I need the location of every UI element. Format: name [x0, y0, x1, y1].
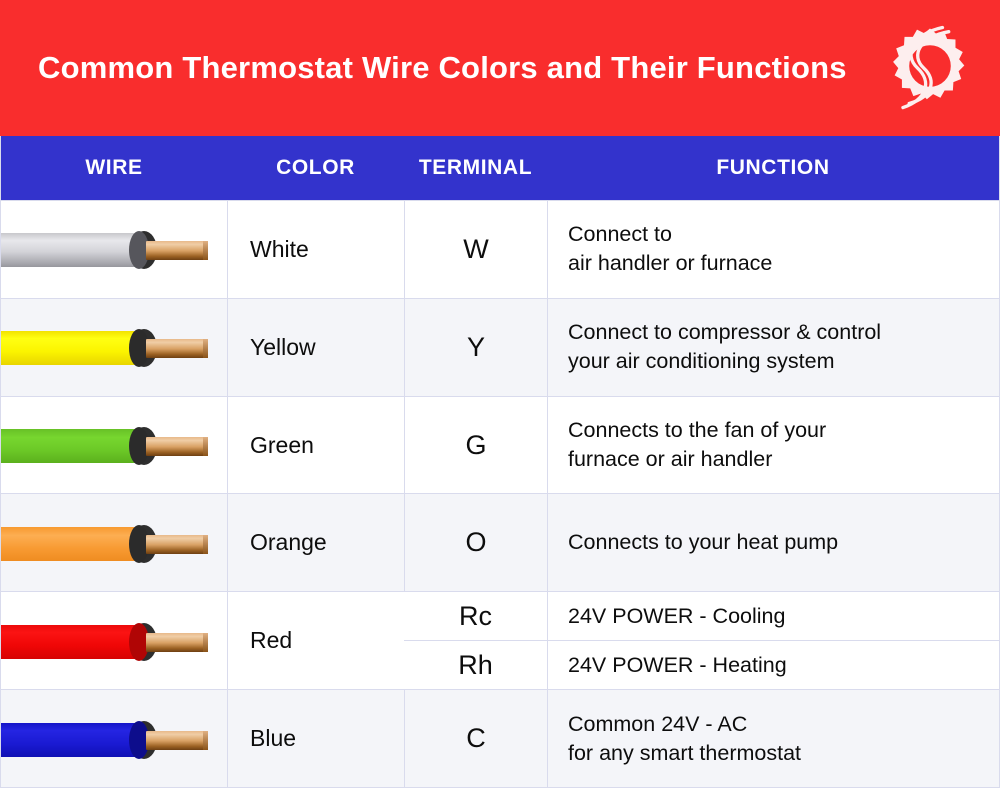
- function-line: for any smart thermostat: [568, 740, 801, 765]
- wire-insulation: [1, 331, 143, 366]
- copper-conductor: [146, 437, 206, 457]
- wire-insulation: [1, 722, 143, 757]
- function-description: Connects to your heat pump: [547, 494, 999, 592]
- function-description: Connect to compressor & control your air…: [547, 298, 999, 396]
- table-row: White W Connect to air handler or furnac…: [1, 200, 999, 298]
- function-line: 24V POWER - Heating: [568, 652, 787, 677]
- terminal-code: Rc: [404, 592, 547, 641]
- copper-tip: [203, 437, 208, 457]
- color-name: White: [227, 201, 404, 298]
- column-header-terminal: TERMINAL: [418, 156, 533, 179]
- terminal-code: C: [404, 690, 547, 787]
- page-title: Common Thermostat Wire Colors and Their …: [38, 50, 847, 86]
- wire-graphic-orange: [1, 494, 227, 592]
- function-line: air handler or furnace: [568, 251, 773, 276]
- copper-conductor: [146, 632, 206, 652]
- table-row: Blue C Common 24V - AC for any smart the…: [1, 689, 999, 787]
- color-name: Blue: [227, 690, 404, 787]
- function-line: Common 24V - AC: [568, 711, 748, 736]
- copper-tip: [203, 339, 208, 359]
- sub-row-rc: Rc 24V POWER - Cooling: [404, 592, 999, 641]
- wire-insulation: [1, 233, 143, 268]
- table-header-row: WIRE COLOR TERMINAL FUNCTION: [1, 136, 999, 200]
- function-line: your air conditioning system: [568, 349, 835, 374]
- function-description: 24V POWER - Cooling: [547, 592, 999, 641]
- copper-tip: [203, 241, 208, 261]
- column-header-function: FUNCTION: [716, 156, 830, 179]
- copper-conductor: [146, 241, 206, 261]
- function-line: furnace or air handler: [568, 447, 773, 472]
- function-line: 24V POWER - Cooling: [568, 603, 786, 628]
- table-row: Green G Connects to the fan of your furn…: [1, 395, 999, 494]
- wire-graphic-white: [1, 201, 227, 298]
- gear-swirl-logo: [878, 14, 982, 118]
- wire-graphic-blue: [1, 690, 227, 787]
- thermostat-wire-infographic: Common Thermostat Wire Colors and Their …: [0, 0, 1000, 788]
- terminal-code: G: [404, 396, 547, 494]
- copper-tip: [203, 534, 208, 554]
- wire-table: WIRE COLOR TERMINAL FUNCTION White W Con…: [0, 136, 1000, 788]
- function-line: Connects to your heat pump: [568, 530, 839, 555]
- copper-conductor: [146, 339, 206, 359]
- terminal-code: W: [404, 201, 547, 298]
- function-line: Connects to the fan of your: [568, 418, 827, 443]
- header-banner: Common Thermostat Wire Colors and Their …: [0, 0, 1000, 136]
- copper-conductor: [146, 730, 206, 750]
- copper-tip: [203, 730, 208, 750]
- terminal-code: O: [404, 494, 547, 592]
- copper-conductor: [146, 534, 206, 554]
- function-description: Common 24V - AC for any smart thermostat: [547, 690, 999, 787]
- table-row: Red Rc 24V POWER - Cooling Rh 24V POWER …: [1, 591, 999, 690]
- function-description: Connect to air handler or furnace: [547, 201, 999, 298]
- function-description: 24V POWER - Heating: [547, 641, 999, 690]
- function-description: Connects to the fan of your furnace or a…: [547, 396, 999, 494]
- wire-insulation: [1, 429, 143, 464]
- color-name: Red: [227, 592, 404, 690]
- table-row: Orange O Connects to your heat pump: [1, 493, 999, 592]
- function-line: Connect to compressor & control: [568, 320, 882, 345]
- function-line: Connect to: [568, 222, 672, 247]
- column-header-wire: WIRE: [85, 156, 143, 179]
- wire-insulation: [1, 624, 143, 659]
- terminal-code: Rh: [404, 641, 547, 690]
- wire-graphic-green: [1, 396, 227, 494]
- copper-tip: [203, 632, 208, 652]
- color-name: Yellow: [227, 298, 404, 396]
- color-name: Green: [227, 396, 404, 494]
- wire-insulation: [1, 526, 143, 561]
- table-row: Yellow Y Connect to compressor & control…: [1, 297, 999, 396]
- wire-graphic-yellow: [1, 298, 227, 396]
- terminal-code: Y: [404, 298, 547, 396]
- wire-graphic-red: [1, 592, 227, 690]
- column-header-color: COLOR: [276, 156, 355, 179]
- sub-row-rh: Rh 24V POWER - Heating: [404, 640, 999, 690]
- color-name: Orange: [227, 494, 404, 592]
- terminal-function-split: Rc 24V POWER - Cooling Rh 24V POWER - He…: [404, 592, 999, 690]
